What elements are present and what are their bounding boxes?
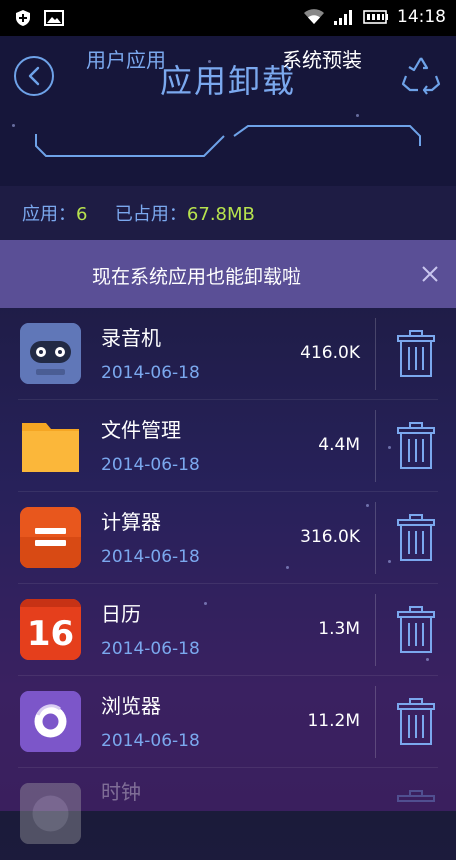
divider [375,594,376,666]
page-title: 应用卸载 [159,62,296,100]
app-date: 2014-06-18 [101,547,200,567]
app-date: 2014-06-18 [101,639,200,659]
app-name: 日历 [101,602,141,626]
trash-icon[interactable] [397,698,435,746]
star-dot [356,114,359,117]
app-size: 316.0K [300,527,360,547]
trash-icon[interactable] [397,790,435,838]
app-name: 计算器 [101,510,161,534]
recorder-icon [20,323,81,384]
app-name: 文件管理 [101,418,181,442]
clock-icon [20,783,81,844]
status-time: 14:18 [397,7,446,27]
app-name: 时钟 [101,780,141,804]
notice-banner: 现在系统应用也能卸载啦 [0,240,456,308]
close-icon[interactable] [420,264,440,284]
star-dot [204,602,207,605]
star-dot [366,504,369,507]
browser-icon [20,691,81,752]
tab-user-apps[interactable]: 用户应用 [86,44,166,73]
star-dot [208,60,211,63]
list-item[interactable]: 时钟 [0,768,456,860]
divider [375,410,376,482]
apps-count: 6 [76,204,88,225]
star-dot [388,446,391,449]
trash-icon[interactable] [397,422,435,470]
star-dot [12,124,15,127]
app-size: 1.3M [318,619,360,639]
list-item[interactable]: 计算器 2014-06-18 316.0K [0,492,456,584]
signal-icon [334,10,352,25]
list-item[interactable]: 16 日历 2014-06-18 1.3M [0,584,456,676]
divider [375,318,376,390]
app-size: 4.4M [318,435,360,455]
app-size: 11.2M [307,711,360,731]
calculator-icon [20,507,81,568]
battery-icon [363,10,388,24]
divider [375,686,376,758]
calendar-icon: 16 [20,599,81,660]
stats-bar: 应用：6 已占用：67.8MB [0,186,456,240]
trash-icon[interactable] [397,606,435,654]
star-dot [286,566,289,569]
app-date: 2014-06-18 [101,731,200,751]
status-bar: 14:18 [0,0,456,36]
shield-icon [16,10,30,26]
folder-icon [20,415,81,476]
app-name: 录音机 [101,326,161,350]
recycle-icon[interactable] [400,54,442,96]
app-date: 2014-06-18 [101,455,200,475]
star-dot [426,658,429,661]
calendar-day: 16 [27,614,74,654]
app-date: 2014-06-18 [101,363,200,383]
image-icon [44,10,64,26]
app-name: 浏览器 [101,694,161,718]
trash-icon[interactable] [397,514,435,562]
divider [375,502,376,574]
apps-count-label: 应用： [22,204,76,225]
used-space: 67.8MB [186,204,255,225]
list-item[interactable]: 录音机 2014-06-18 416.0K [0,308,456,400]
used-space-label: 已占用： [114,204,187,225]
header: 应用卸载 用户应用 系统预装 [0,36,456,186]
app-size: 416.0K [300,343,360,363]
trash-icon[interactable] [397,330,435,378]
wifi-icon [304,9,324,24]
star-dot [388,560,391,563]
tab-frame [35,125,421,157]
tab-system-apps[interactable]: 系统预装 [282,44,362,73]
list-item[interactable]: 浏览器 2014-06-18 11.2M [0,676,456,768]
app-list: 录音机 2014-06-18 416.0K 文件管理 2014-06-18 4.… [0,308,456,860]
banner-text: 现在系统应用也能卸载啦 [92,266,302,288]
